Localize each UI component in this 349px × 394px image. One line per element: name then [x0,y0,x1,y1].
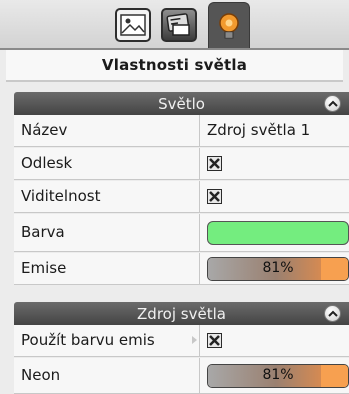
property-value [200,325,349,356]
light-bulb-icon [211,10,247,44]
property-value [200,148,349,179]
visibility-checkbox[interactable] [207,189,222,204]
name-value: Zdroj světla 1 [207,121,311,139]
neon-slider[interactable]: 81% [207,363,349,388]
section-title: Světlo [158,94,205,113]
property-row-viditelnost: Viditelnost [14,181,349,213]
checkmark-x-icon [209,191,220,202]
collapse-chevron-up-icon[interactable] [324,95,341,112]
tab-object[interactable] [158,4,200,46]
panel-title: Vlastnosti světla [6,50,343,82]
property-label: Barva [14,214,200,251]
property-value [200,181,349,212]
section-header-zdroj-svetla[interactable]: Zdroj světla [14,302,349,325]
property-row-emise: Emise 81% [14,253,349,285]
use-emission-color-checkbox[interactable] [207,333,222,348]
neon-percent: 81% [262,367,294,383]
collapse-chevron-up-icon[interactable] [324,305,341,322]
property-row-barva: Barva [14,214,349,252]
property-row-neon: Neon 81% [14,358,349,394]
tab-scene[interactable] [112,4,154,46]
property-label: Název [14,115,200,146]
name-value-field[interactable]: Zdroj světla 1 [200,115,349,146]
property-label: Použít barvu emis [14,325,200,356]
emission-percent: 81% [262,260,294,276]
property-row-pouzit-barvu-emise: Použít barvu emis [14,325,349,357]
property-label: Odlesk [14,148,200,179]
object-card-icon [161,8,197,42]
checkmark-x-icon [209,335,220,346]
truncation-arrow-icon [192,336,197,344]
property-label: Viditelnost [14,181,200,212]
section-title: Zdroj světla [137,304,226,323]
section-header-svetlo[interactable]: Světlo [14,92,349,115]
property-value: 81% [200,253,349,284]
scene-image-icon [115,8,151,42]
checkmark-x-icon [209,158,220,169]
property-row-nazev: Název Zdroj světla 1 [14,115,349,147]
property-row-odlesk: Odlesk [14,148,349,180]
property-label: Neon [14,358,200,393]
property-value [200,214,349,251]
property-value: 81% [200,358,349,393]
tab-light[interactable] [208,2,250,50]
tab-strip [0,0,349,50]
property-label-text: Použít barvu emis [21,331,155,349]
emission-slider[interactable]: 81% [207,256,349,281]
specular-checkbox[interactable] [207,156,222,171]
property-label: Emise [14,253,200,284]
color-swatch[interactable] [207,220,349,245]
